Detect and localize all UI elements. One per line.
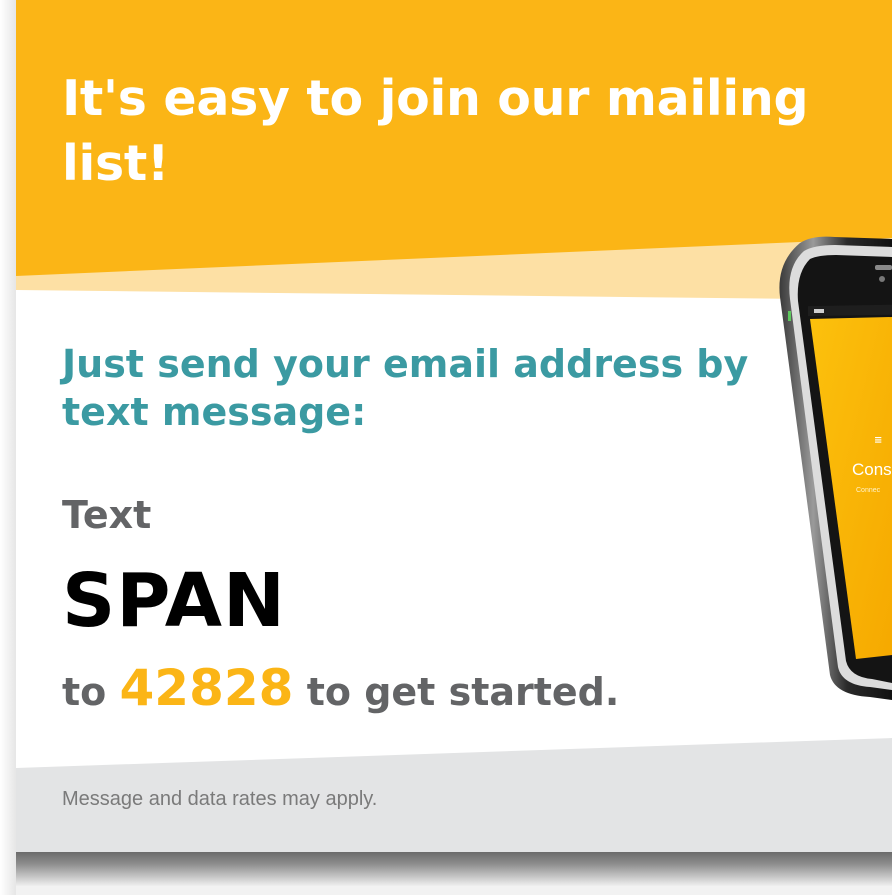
subheading: Just send your email address by text mes…: [62, 342, 749, 434]
suffix-text: to get started.: [306, 670, 620, 714]
shortcode-number: 42828: [119, 659, 294, 717]
text-label: Text: [62, 493, 152, 537]
keyword: SPAN: [62, 558, 286, 644]
phone-illustration: ≡ Cons Connec: [779, 236, 892, 700]
signal-icon: [814, 309, 824, 313]
headline: It's easy to join our mailing list!: [62, 70, 809, 192]
screen-logo-mark: ≡: [874, 435, 882, 446]
side-led: [788, 311, 791, 321]
screen-logo-text: Cons: [852, 460, 892, 479]
to-word: to: [62, 670, 107, 714]
screen-tagline-text: Connec: [856, 487, 881, 494]
shortcode-line: to 42828 to get started.: [62, 652, 619, 728]
bottom-shadow: [16, 852, 892, 886]
left-edge: [0, 0, 16, 895]
disclaimer: Message and data rates may apply.: [62, 788, 378, 810]
camera-icon: [879, 276, 885, 282]
speaker-icon: [875, 265, 892, 270]
